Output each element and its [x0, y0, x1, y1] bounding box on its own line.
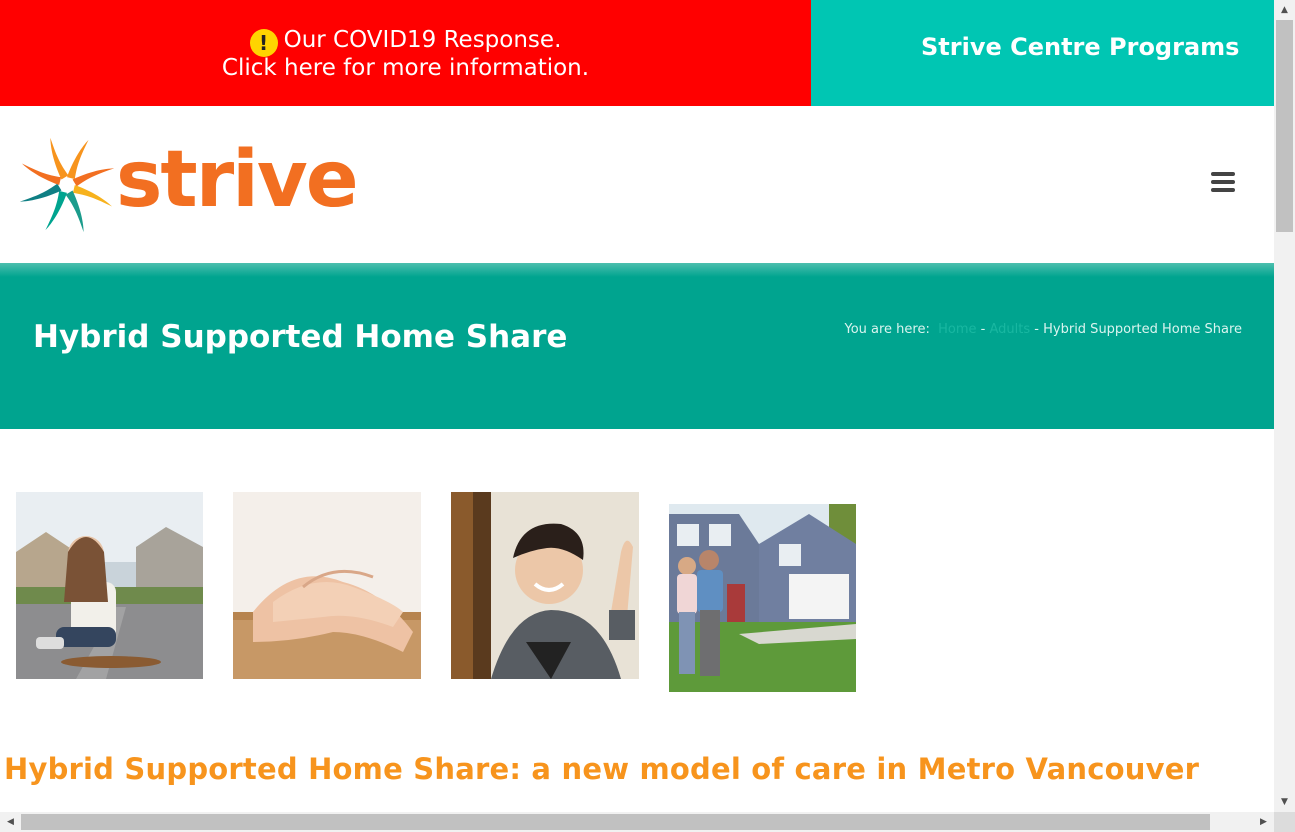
gallery-image-holding-hands[interactable]	[233, 492, 421, 679]
covid-line-1-text: Our COVID19 Response.	[283, 27, 562, 53]
top-announcement-bar: ! Our COVID19 Response. Click here for mo…	[0, 0, 1274, 106]
programs-label: Strive Centre Programs	[921, 33, 1240, 61]
pinwheel-logo-icon	[19, 137, 115, 233]
breadcrumb-separator: -	[980, 322, 986, 337]
gallery-image-couple-house[interactable]	[669, 504, 856, 692]
strive-logo[interactable]: strive	[18, 135, 359, 234]
breadcrumb-home-link[interactable]: Home	[938, 322, 976, 337]
scroll-down-arrow-icon[interactable]: ▼	[1274, 792, 1295, 812]
breadcrumb-prefix: You are here:	[844, 322, 930, 337]
vertical-scrollbar[interactable]: ▲ ▼	[1274, 0, 1295, 812]
scroll-left-arrow-icon[interactable]: ◀	[0, 812, 21, 832]
breadcrumb: You are here: Home - Adults - Hybrid Sup…	[844, 321, 1242, 339]
logo-wordmark: strive	[116, 135, 359, 225]
scrollbar-corner	[1274, 812, 1295, 832]
breadcrumb-adults-link[interactable]: Adults	[990, 322, 1031, 337]
gallery-image-man-waving[interactable]	[451, 492, 639, 679]
vertical-scroll-thumb[interactable]	[1276, 20, 1293, 232]
horizontal-scrollbar[interactable]: ◀ ▶	[0, 812, 1274, 832]
scroll-up-arrow-icon[interactable]: ▲	[1274, 0, 1295, 20]
page-title: Hybrid Supported Home Share	[33, 319, 568, 355]
covid-line-2: Click here for more information.	[221, 55, 590, 81]
main-heading: Hybrid Supported Home Share: a new model…	[4, 752, 1200, 786]
hamburger-menu-icon[interactable]	[1211, 172, 1235, 192]
page-title-band: Hybrid Supported Home Share You are here…	[0, 263, 1274, 429]
horizontal-scroll-thumb[interactable]	[21, 814, 1210, 830]
breadcrumb-current: Hybrid Supported Home Share	[1043, 322, 1242, 337]
covid-response-link[interactable]: ! Our COVID19 Response. Click here for mo…	[0, 0, 811, 106]
scroll-right-arrow-icon[interactable]: ▶	[1253, 812, 1274, 832]
strive-centre-programs-link[interactable]: Strive Centre Programs	[811, 0, 1274, 106]
gallery-image-woman-skateboard[interactable]	[16, 492, 203, 679]
site-header: strive	[0, 106, 1274, 263]
page: ! Our COVID19 Response. Click here for mo…	[0, 0, 1274, 812]
breadcrumb-separator: -	[1034, 322, 1039, 337]
